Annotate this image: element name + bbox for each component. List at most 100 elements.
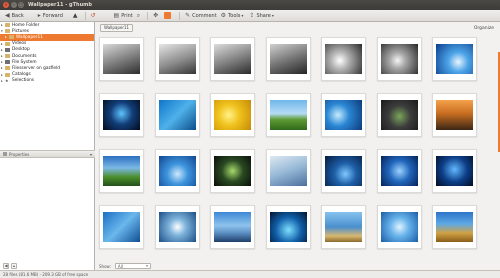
folder-tree: ▸ Home Folder ▾ Pictures ▸ Wallpaper11 ▸ Videos… [0,22,95,270]
sidebar-item-label: Documents [12,53,37,59]
properties-header[interactable]: Properties ▾ [0,150,95,158]
up-button[interactable]: ▲ [71,11,82,21]
thumbnail-image [214,44,251,74]
thumbnail-image [325,212,362,242]
thumbnail-image [436,44,473,74]
sidebar-toggle-button[interactable]: ◀ [3,263,9,269]
folder-icon [5,66,10,71]
rotate-button[interactable]: ↺ [89,11,100,21]
forward-label: Forward [42,12,63,19]
sidebar-item-label: Wallpaper11 [16,34,43,40]
toolbar-separator [147,11,149,20]
properties-toggle-button[interactable]: ▴ [11,263,17,269]
properties-label: Properties [9,151,30,157]
thumbnail-image [325,156,362,186]
thumbnail-item[interactable] [210,149,255,193]
maximize-icon[interactable]: □ [18,2,24,8]
print-label: Print [121,12,133,19]
folder-tree-list: ▸ Home Folder ▾ Pictures ▸ Wallpaper11 ▸ Videos… [0,22,94,84]
thumbnail-item[interactable] [265,149,311,193]
thumbnail-item[interactable] [154,205,200,249]
thumbnail-item[interactable] [99,93,144,137]
viewer-toggle-button[interactable] [162,11,176,21]
forward-button[interactable]: ▸ Forward [36,11,65,21]
thumbnail-item[interactable] [376,149,422,193]
search-button[interactable]: ⌕ [135,11,144,21]
folder-icon [5,29,10,34]
image-viewer-icon [164,12,172,19]
sidebar-item-label: File System [12,59,37,65]
properties-icon [3,152,7,156]
window-controls: × – □ [3,2,24,8]
thumbnail-item[interactable] [432,37,477,81]
thumbnail-item[interactable] [210,37,255,81]
thumbnail-item[interactable] [432,149,477,193]
slideshow-button[interactable]: ✥ [151,11,162,21]
thumbnail-image [325,100,362,130]
comment-button[interactable]: ✎ Comment [183,11,219,21]
minimize-icon[interactable]: – [10,2,17,8]
thumbnail-image [214,100,251,130]
thumbnail-item[interactable] [265,205,311,249]
chevron-down-icon: ▾ [89,151,92,157]
thumbnail-image [103,156,140,186]
thumbnail-image [325,44,362,74]
window-title: Wallpaper11 - gThumb [28,2,92,8]
thumbnail-item[interactable] [99,205,144,249]
thumbnail-item[interactable] [154,149,200,193]
tools-button[interactable]: ⚙ Tools ▾ [219,11,248,21]
thumbnail-image [269,44,307,74]
comment-pen-icon: ✎ [185,12,191,19]
thumbnail-grid [99,37,499,267]
back-arrow-icon: ◀ [5,12,10,19]
window-titlebar: × – □ Wallpaper11 - gThumb [0,0,500,10]
thumbnail-item[interactable] [432,205,477,249]
main-toolbar: ◀ Back ▸ Forward ▲ ↺ ▤ Print ⌕ ✥ ✎ Comme… [0,10,500,22]
breadcrumb-folder[interactable]: Wallpaper11 [100,24,134,32]
folder-icon [9,35,14,40]
print-button[interactable]: ▤ Print [112,11,135,21]
back-button[interactable]: ◀ Back [3,11,26,21]
sidebar-item-label: Filesserver on gazfield [12,65,61,71]
thumbnail-item[interactable] [321,37,366,81]
thumbnail-item[interactable] [432,93,477,137]
thumbnail-image [158,212,196,242]
sidebar-footer: ◀ ▴ [0,262,95,270]
thumbnail-item[interactable] [99,37,144,81]
gear-icon: ⚙ [220,12,227,19]
close-icon[interactable]: × [3,2,9,8]
status-bar: 28 files (81.6 MB) - 209.3 GB of free sp… [0,270,500,278]
thumbnail-item[interactable] [376,205,422,249]
printer-icon: ▤ [113,12,120,19]
show-filter-select[interactable]: All ▾ [114,263,151,269]
thumbnail-image [436,212,473,242]
thumbnail-item[interactable] [210,205,255,249]
thumbnail-item[interactable] [321,149,366,193]
thumbnail-item[interactable] [321,93,366,137]
sidebar-item-label: Home Folder [12,22,40,28]
organize-button[interactable]: Organize [474,26,494,31]
sidebar-item-selections[interactable]: ▸ ★ Selections [0,78,94,84]
folder-icon [5,54,10,59]
thumbnail-item[interactable] [376,37,422,81]
thumbnail-item[interactable] [321,205,366,249]
folder-icon [5,41,10,46]
thumbnail-item[interactable] [154,37,200,81]
thumbnail-item[interactable] [210,93,255,137]
thumbnail-item[interactable] [376,93,422,137]
thumbnail-image [158,156,196,186]
forward-arrow-icon: ▸ [37,12,41,19]
sidebar-item-label: Desktop [12,47,30,53]
chevron-down-icon: ▾ [241,13,244,18]
search-icon: ⌕ [136,11,141,19]
thumbnail-image [269,156,307,186]
thumbnail-item[interactable] [99,149,144,193]
folder-icon [5,72,10,77]
status-text: 28 files (81.6 MB) - 209.3 GB of free sp… [3,272,89,277]
thumbnail-item[interactable] [265,93,311,137]
thumbnail-item[interactable] [265,37,311,81]
sidebar-item-label: Catalogs [12,72,31,78]
thumbnail-item[interactable] [154,93,200,137]
filter-bar: Show: All ▾ [96,262,500,270]
share-button[interactable]: ⇪ Share ▾ [247,11,277,21]
